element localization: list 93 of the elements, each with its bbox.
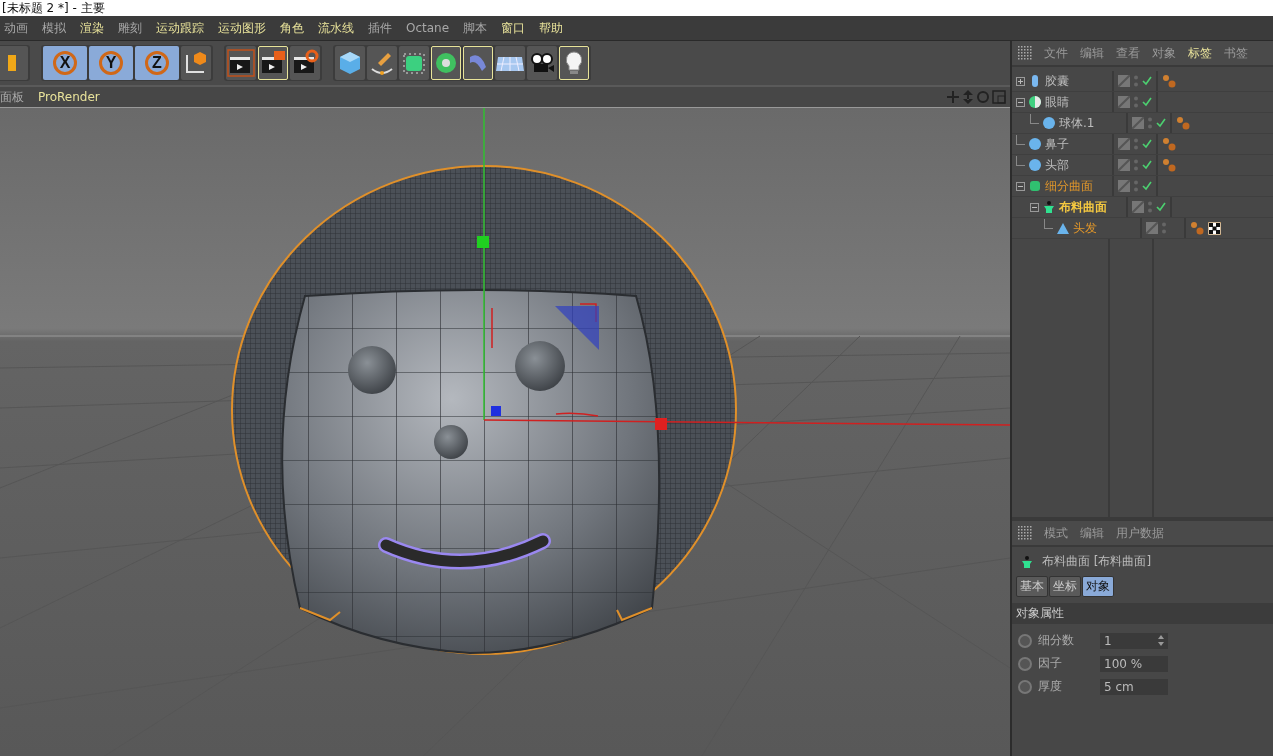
visibility-dots-icon[interactable] <box>1133 158 1139 172</box>
object-title: 布料曲面 [布料曲面] <box>1042 553 1152 570</box>
menu-item[interactable]: 脚本 <box>463 19 488 37</box>
menu-item[interactable]: 角色 <box>280 19 304 37</box>
menu-item[interactable]: 帮助 <box>539 19 564 37</box>
visibility-dots-icon[interactable] <box>1147 116 1153 130</box>
visibility-dots-icon[interactable] <box>1161 221 1167 235</box>
sphere-icon <box>1028 137 1042 151</box>
check-icon[interactable] <box>1156 118 1166 128</box>
axis-lock-button[interactable]: X <box>43 46 87 80</box>
radio-button[interactable] <box>1018 679 1032 694</box>
tool-button[interactable] <box>527 46 557 80</box>
menu-item[interactable]: Octane <box>406 21 450 35</box>
menu-item[interactable]: 运动跟踪 <box>156 19 204 37</box>
field-label: 因子 <box>1038 655 1063 672</box>
field-label: 细分数 <box>1038 632 1075 649</box>
menu-item[interactable]: 动画 <box>4 19 28 37</box>
object-name[interactable]: 布料曲面 <box>1059 198 1107 216</box>
tab[interactable]: 对象 <box>1082 576 1114 597</box>
triangle-icon <box>1056 221 1070 235</box>
visibility-dots-icon[interactable] <box>1133 74 1139 88</box>
section-header: 对象属性 <box>1012 603 1273 624</box>
menu-item[interactable]: 流水线 <box>318 19 354 37</box>
axis-lock-button[interactable]: Y <box>89 46 133 80</box>
spinner-icon[interactable] <box>1158 635 1164 646</box>
sphere-icon <box>1042 116 1056 130</box>
tool-button[interactable] <box>258 46 288 80</box>
input-field[interactable]: 100 % <box>1100 655 1168 672</box>
check-icon[interactable] <box>1156 202 1166 212</box>
radio-button[interactable] <box>1018 656 1032 671</box>
figure-icon <box>1042 200 1056 214</box>
field-label: 厚度 <box>1038 678 1063 695</box>
viewport[interactable] <box>0 108 1010 756</box>
checker-tag-icon[interactable] <box>1208 221 1221 235</box>
figure-icon <box>1020 554 1034 569</box>
axis-lock-button[interactable]: Z <box>135 46 179 80</box>
visibility-dots-icon[interactable] <box>1133 179 1139 193</box>
tool-button[interactable] <box>559 46 589 80</box>
expand-toggle[interactable] <box>1030 202 1039 212</box>
viewport-menu-item[interactable]: ProRender <box>38 90 100 104</box>
check-icon[interactable] <box>1142 139 1152 149</box>
menu-item[interactable]: 编辑 <box>1080 524 1104 542</box>
menu-item[interactable]: 窗口 <box>501 19 526 37</box>
tool-button[interactable] <box>226 46 256 80</box>
menu-item[interactable]: 运动图形 <box>218 19 266 37</box>
expand-toggle[interactable] <box>1016 76 1025 86</box>
object-name[interactable]: 眼睛 <box>1045 93 1069 111</box>
tab-icon <box>8 55 16 71</box>
render-view-icon <box>227 49 255 77</box>
input-field[interactable]: 1 <box>1100 632 1168 649</box>
menu-item[interactable]: 插件 <box>368 19 392 37</box>
menu-item[interactable]: 模拟 <box>42 19 66 37</box>
menu-item[interactable]: 用户数据 <box>1116 524 1164 542</box>
tab[interactable]: 坐标 <box>1049 576 1081 597</box>
material-tag-icon[interactable] <box>1162 74 1176 88</box>
menu-item[interactable]: 编辑 <box>1080 44 1104 62</box>
object-name[interactable]: 球体.1 <box>1059 114 1095 132</box>
subdivision-icon <box>1028 179 1042 193</box>
window-title: [未标题 2 *] - 主要 <box>2 1 105 15</box>
check-icon[interactable] <box>1142 181 1152 191</box>
visibility-dots-icon[interactable] <box>1147 200 1153 214</box>
visibility-dots-icon[interactable] <box>1133 137 1139 151</box>
expand-toggle[interactable] <box>1016 181 1025 191</box>
material-tag-icon[interactable] <box>1162 137 1176 151</box>
menu-item[interactable]: 标签 <box>1188 44 1212 62</box>
sphere-icon <box>1028 95 1042 109</box>
tool-button[interactable] <box>290 46 320 80</box>
menu-item[interactable]: 查看 <box>1116 44 1140 62</box>
object-name[interactable]: 鼻子 <box>1045 135 1069 153</box>
visibility-dots-icon[interactable] <box>1133 95 1139 109</box>
menu-item[interactable]: 书签 <box>1224 44 1248 62</box>
check-icon[interactable] <box>1142 76 1152 86</box>
menu-item[interactable]: 文件 <box>1044 44 1068 62</box>
object-name[interactable]: 头部 <box>1045 156 1069 174</box>
radio-button[interactable] <box>1018 633 1032 648</box>
expand-toggle[interactable] <box>1016 97 1025 107</box>
object-name[interactable]: 细分曲面 <box>1045 177 1093 195</box>
menu-item[interactable]: 雕刻 <box>118 19 142 37</box>
sphere-icon <box>1028 158 1042 172</box>
grip-icon[interactable] <box>1018 46 1032 60</box>
object-name[interactable]: 胶囊 <box>1045 72 1069 90</box>
tab[interactable]: 基本 <box>1016 576 1048 597</box>
material-tag-icon[interactable] <box>1176 116 1190 130</box>
check-icon[interactable] <box>1142 97 1152 107</box>
material-tag-icon[interactable] <box>1162 158 1176 172</box>
viewport-menu-item[interactable]: 面板 <box>0 88 24 106</box>
menu-item[interactable]: 对象 <box>1152 44 1176 62</box>
input-field[interactable]: 5 cm <box>1100 678 1168 695</box>
check-icon[interactable] <box>1142 160 1152 170</box>
menu-item[interactable]: 模式 <box>1044 524 1068 542</box>
menu-item[interactable]: 渲染 <box>80 19 104 37</box>
grip-icon[interactable] <box>1018 526 1032 540</box>
object-name[interactable]: 头发 <box>1073 219 1097 237</box>
